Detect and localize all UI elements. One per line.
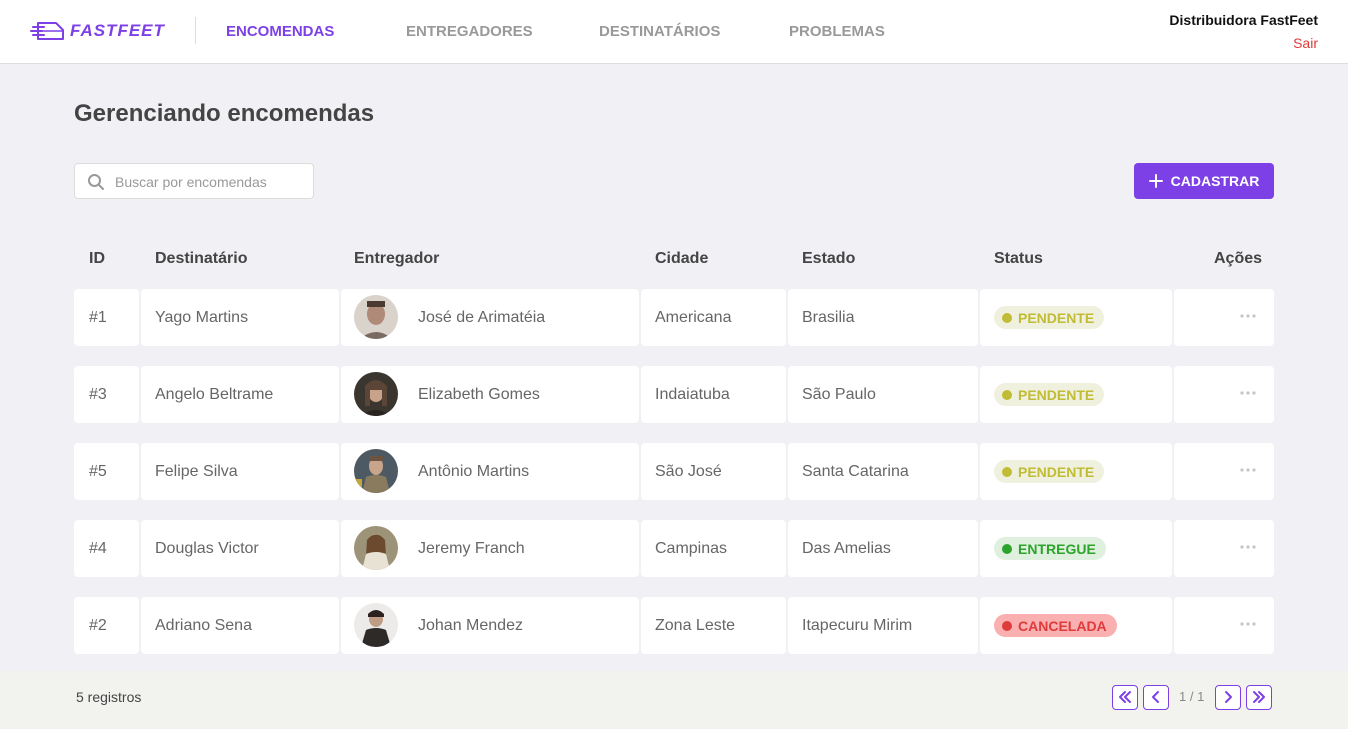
order-id: #1 (89, 309, 107, 326)
table-cell (1174, 520, 1274, 577)
city: Indaiatuba (655, 386, 730, 403)
column-header-status: Status (994, 250, 1043, 267)
logout-link[interactable]: Sair (1293, 35, 1318, 51)
status-label: PENDENTE (1018, 386, 1095, 403)
order-id: #3 (89, 386, 107, 403)
header-divider (195, 17, 196, 44)
city: São José (655, 463, 722, 480)
deliveryman-name: José de Arimatéia (418, 309, 546, 326)
status-label: CANCELADA (1018, 617, 1107, 634)
state: Santa Catarina (802, 463, 909, 480)
status-dot (1002, 313, 1012, 323)
city: Campinas (655, 540, 728, 557)
previous-page-button[interactable] (1143, 685, 1169, 710)
search-input[interactable] (115, 172, 305, 192)
logo-truck-icon (30, 22, 64, 40)
deliveryman-name: Johan Mendez (418, 617, 523, 634)
table-row: #4 Douglas Victor Jeremy Franch Campinas… (74, 520, 1274, 577)
deliveryman-name: Antônio Martins (418, 463, 530, 480)
avatar (354, 449, 398, 493)
nav-item-encomendas[interactable]: ENCOMENDAS (226, 24, 334, 40)
state: Das Amelias (802, 540, 891, 557)
order-id: #2 (89, 617, 107, 634)
status-badge: PENDENTE (994, 460, 1105, 483)
state: Brasilia (802, 309, 855, 326)
deliveryman-name: Elizabeth Gomes (418, 386, 540, 403)
table-cell (1174, 443, 1274, 500)
nav-item-destinatarios[interactable]: DESTINATÁRIOS (599, 24, 720, 40)
more-horizontal-icon[interactable] (1238, 307, 1258, 327)
chevrons-right-icon (1253, 691, 1265, 703)
column-header-state: Estado (802, 250, 856, 267)
app-header: FASTFEET ENCOMENDAS ENTREGADORES DESTINA… (0, 0, 1348, 64)
add-button[interactable]: CADASTRAR (1134, 163, 1274, 199)
status-label: PENDENTE (1018, 309, 1095, 326)
chevron-left-icon (1152, 691, 1159, 703)
record-count: 5 registros (76, 689, 142, 705)
status-dot (1002, 390, 1012, 400)
column-header-id: ID (89, 250, 105, 267)
pagination-footer: 5 registros 1 / 1 (0, 671, 1348, 729)
recipient-name: Adriano Sena (155, 617, 252, 634)
table-cell (1174, 597, 1274, 654)
status-badge: PENDENTE (994, 306, 1105, 329)
state: Itapecuru Mirim (802, 617, 913, 634)
more-horizontal-icon[interactable] (1238, 538, 1258, 558)
status-dot (1002, 544, 1012, 554)
status-label: PENDENTE (1018, 463, 1095, 480)
table-row: #5 Felipe Silva Antônio Martins São José… (74, 443, 1274, 500)
column-header-actions: Ações (1214, 250, 1263, 267)
next-page-button[interactable] (1215, 685, 1241, 710)
column-header-city: Cidade (655, 250, 709, 267)
page-indicator: 1 / 1 (1179, 689, 1205, 704)
table-row: #2 Adriano Sena Johan Mendez Zona Leste … (74, 597, 1274, 654)
chevron-right-icon (1225, 691, 1232, 703)
logo-text: FASTFEET (70, 21, 165, 40)
user-name: Distribuidora FastFeet (1169, 12, 1318, 28)
table-cell (1174, 289, 1274, 346)
table-row: #1 Yago Martins José de Arimatéia Americ… (74, 289, 1274, 346)
plus-icon (1148, 174, 1163, 188)
recipient-name: Douglas Victor (155, 540, 259, 557)
status-label: ENTREGUE (1018, 540, 1096, 557)
order-id: #5 (89, 463, 107, 480)
status-dot (1002, 467, 1012, 477)
column-header-deliveryman: Entregador (354, 250, 440, 267)
status-badge: ENTREGUE (994, 537, 1106, 560)
status-badge: PENDENTE (994, 383, 1105, 406)
chevrons-left-icon (1119, 691, 1131, 703)
first-page-button[interactable] (1112, 685, 1138, 710)
search-box (74, 163, 314, 199)
state: São Paulo (802, 386, 876, 403)
deliveryman-name: Jeremy Franch (418, 540, 525, 557)
more-horizontal-icon[interactable] (1238, 384, 1258, 404)
avatar (354, 526, 398, 570)
recipient-name: Yago Martins (155, 309, 249, 326)
search-icon (88, 174, 104, 190)
table-row: #3 Angelo Beltrame Elizabeth Gomes Indai… (74, 366, 1274, 423)
nav-item-entregadores[interactable]: ENTREGADORES (406, 24, 533, 40)
recipient-name: Felipe Silva (155, 463, 238, 480)
status-dot (1002, 621, 1012, 631)
avatar (354, 295, 398, 339)
page-title: Gerenciando encomendas (74, 100, 375, 127)
logo[interactable]: FASTFEET (30, 16, 165, 46)
column-header-recipient: Destinatário (155, 250, 248, 267)
status-badge: CANCELADA (994, 614, 1117, 637)
table-cell (1174, 366, 1274, 423)
more-horizontal-icon[interactable] (1238, 615, 1258, 635)
last-page-button[interactable] (1246, 685, 1272, 710)
add-button-label: CADASTRAR (1170, 173, 1260, 189)
avatar (354, 372, 398, 416)
city: Zona Leste (655, 617, 736, 634)
recipient-name: Angelo Beltrame (155, 386, 274, 403)
nav-item-problemas[interactable]: PROBLEMAS (789, 24, 885, 40)
city: Americana (655, 309, 732, 326)
avatar (354, 603, 398, 647)
more-horizontal-icon[interactable] (1238, 461, 1258, 481)
order-id: #4 (89, 540, 107, 557)
